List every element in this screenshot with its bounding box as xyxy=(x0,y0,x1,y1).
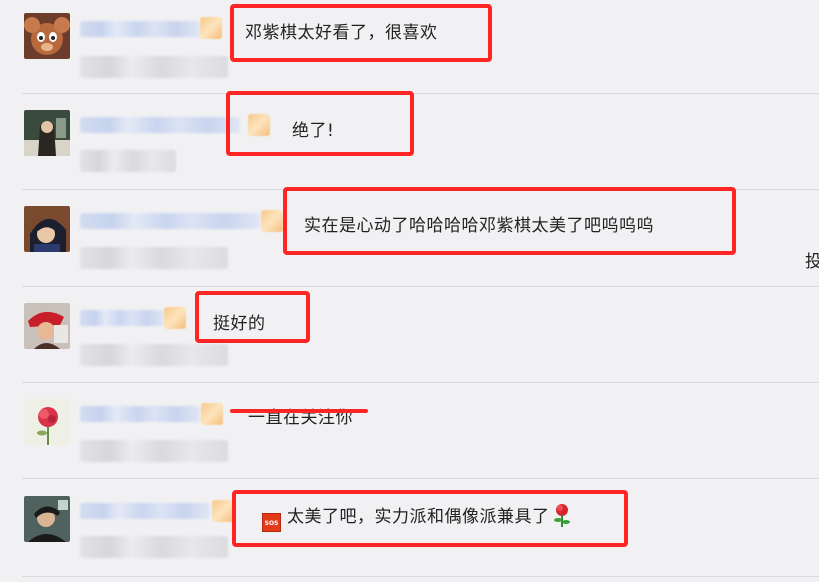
side-panel-text: 投 xyxy=(805,252,819,272)
strikethrough-line xyxy=(230,409,368,413)
username-blurred[interactable] xyxy=(80,117,240,133)
username-blurred[interactable] xyxy=(80,406,200,422)
highlight-box xyxy=(226,91,414,156)
username-blurred[interactable] xyxy=(80,503,210,519)
username-blurred[interactable] xyxy=(80,310,164,326)
comment-text: 一直在关注你 xyxy=(248,408,353,428)
comment-meta-blurred xyxy=(80,344,228,366)
avatar[interactable] xyxy=(24,496,70,542)
avatar[interactable] xyxy=(24,206,70,252)
user-badge-icon xyxy=(201,403,223,425)
user-badge-icon xyxy=(200,17,222,39)
comment-meta-blurred xyxy=(80,56,228,78)
comment-meta-blurred xyxy=(80,150,176,172)
user-badge-icon xyxy=(212,500,234,522)
user-badge-icon xyxy=(164,307,186,329)
comment-meta-blurred xyxy=(80,536,228,558)
divider xyxy=(22,382,819,383)
comment-meta-blurred xyxy=(80,440,228,462)
divider xyxy=(22,478,819,479)
highlight-box xyxy=(195,291,310,343)
comment-meta-blurred xyxy=(80,247,228,269)
username-blurred[interactable] xyxy=(80,21,200,37)
divider xyxy=(22,93,819,94)
avatar[interactable] xyxy=(24,399,70,445)
user-badge-icon xyxy=(261,210,283,232)
highlight-box xyxy=(283,187,736,255)
username-blurred[interactable] xyxy=(80,213,260,229)
avatar[interactable] xyxy=(24,110,70,156)
divider xyxy=(22,286,819,287)
highlight-box xyxy=(232,490,628,547)
avatar[interactable] xyxy=(24,303,70,349)
divider xyxy=(22,576,819,577)
avatar[interactable] xyxy=(24,13,70,59)
highlight-box xyxy=(230,4,492,62)
